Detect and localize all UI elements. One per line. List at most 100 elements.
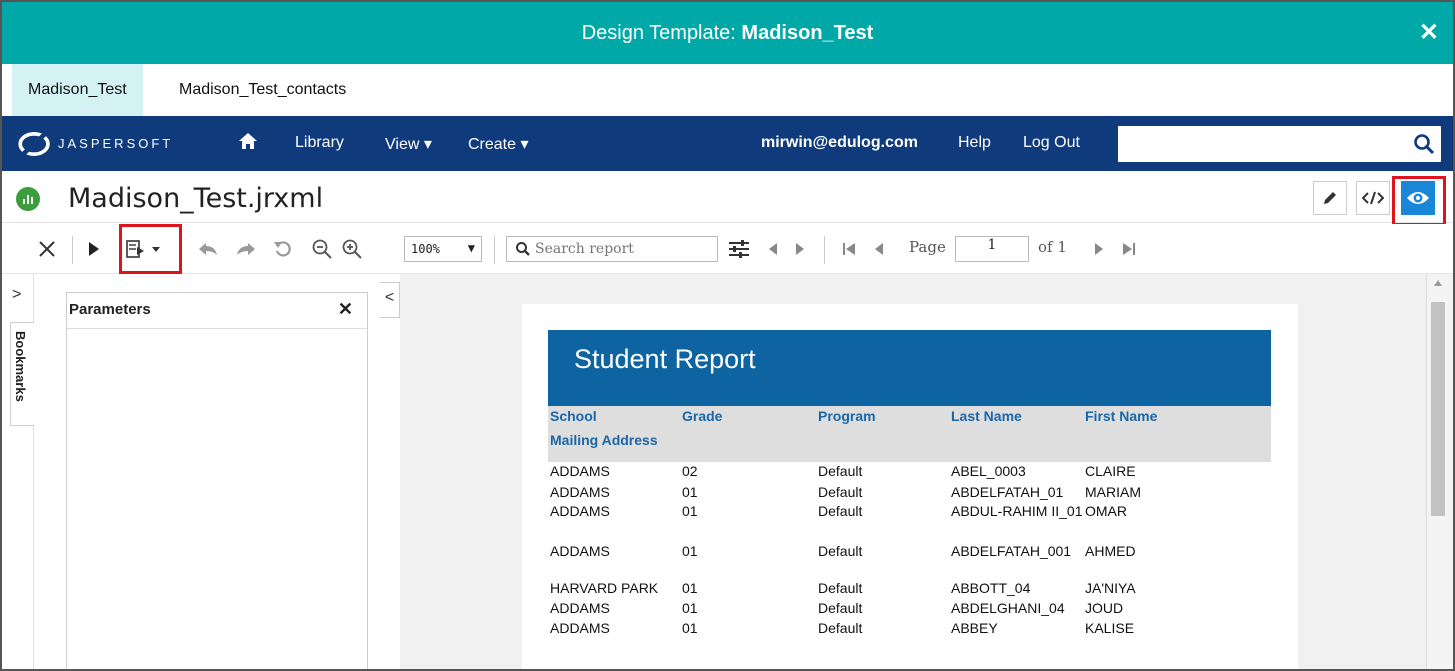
- col-program: Program: [818, 408, 876, 424]
- nav-logout[interactable]: Log Out: [1023, 134, 1080, 152]
- col-school: School: [550, 408, 597, 424]
- separator: [494, 236, 495, 264]
- template-tabs: Madison_Test Madison_Test_contacts: [2, 64, 1453, 116]
- zoom-select[interactable]: 100% ▼: [404, 236, 482, 262]
- cell-program: Default: [818, 580, 863, 596]
- page-count: of 1: [1038, 238, 1067, 256]
- cell-school: ADDAMS: [550, 543, 610, 559]
- cell-last-name: ABDELGHANI_04: [951, 600, 1065, 616]
- title-prefix: Design Template:: [581, 22, 742, 44]
- cell-school: ADDAMS: [550, 484, 610, 500]
- cell-grade: 01: [682, 543, 698, 559]
- cell-first-name: CLAIRE: [1085, 463, 1136, 479]
- nav-create-menu[interactable]: Create ▾: [468, 134, 529, 154]
- col-first-name: First Name: [1085, 408, 1158, 424]
- global-search-input[interactable]: [1118, 126, 1398, 162]
- search-options-icon[interactable]: [728, 238, 750, 260]
- viewer-scrollbar[interactable]: [1426, 274, 1453, 669]
- search-next-icon[interactable]: [795, 242, 805, 256]
- close-button[interactable]: ✕: [1419, 18, 1439, 47]
- cell-last-name: ABDELFATAH_001: [951, 543, 1072, 559]
- redo-icon[interactable]: [236, 242, 256, 256]
- collapse-parameters-icon[interactable]: <: [380, 282, 400, 318]
- highlight-export: [119, 224, 182, 274]
- separator: [824, 236, 825, 264]
- report-toolbar: 100% ▼ Search report Page 1 of 1: [2, 224, 1453, 274]
- nav-view-menu[interactable]: View ▾: [385, 134, 432, 154]
- zoom-in-icon[interactable]: [342, 239, 362, 259]
- brand-name: JASPERSOFT: [58, 136, 174, 151]
- nav-help[interactable]: Help: [958, 134, 991, 152]
- cell-program: Default: [818, 543, 863, 559]
- chevron-down-icon: ▼: [467, 241, 475, 255]
- cell-grade: 01: [682, 600, 698, 616]
- parameters-header: Parameters ✕: [67, 293, 367, 329]
- prev-page-icon[interactable]: [874, 242, 884, 256]
- cell-last-name: ABEL_0003: [951, 463, 1026, 479]
- cell-grade: 01: [682, 620, 698, 636]
- search-prev-icon[interactable]: [768, 242, 778, 256]
- search-icon[interactable]: [1413, 133, 1435, 155]
- table-row: ADDAMS 01 Default ABDUL-RAHIM II_01 OMAR: [548, 503, 1271, 521]
- cell-program: Default: [818, 620, 863, 636]
- cell-program: Default: [818, 503, 863, 519]
- jaspersoft-logo-icon[interactable]: [16, 132, 54, 156]
- run-icon[interactable]: [88, 241, 100, 257]
- last-page-icon[interactable]: [1122, 242, 1136, 256]
- undo-all-icon[interactable]: [274, 240, 292, 258]
- report-title: Student Report: [574, 344, 756, 374]
- cell-first-name: OMAR: [1085, 503, 1127, 519]
- tab-madison-test-contacts[interactable]: Madison_Test_contacts: [163, 64, 362, 116]
- home-icon[interactable]: [238, 132, 258, 150]
- table-row: ADDAMS 02 Default ABEL_0003 CLAIRE: [548, 463, 1271, 481]
- cell-school: HARVARD PARK: [550, 580, 659, 596]
- cell-school: ADDAMS: [550, 600, 610, 616]
- chart-icon: [23, 195, 33, 204]
- scrollbar-thumb[interactable]: [1431, 302, 1445, 516]
- report-type-icon: [16, 187, 40, 211]
- first-page-icon[interactable]: [842, 242, 856, 256]
- cell-grade: 01: [682, 503, 698, 519]
- cell-grade: 02: [682, 463, 698, 479]
- report-page: Student Report School Grade Program Last…: [522, 304, 1298, 669]
- title-template-name: Madison_Test: [741, 22, 874, 44]
- cell-school: ADDAMS: [550, 463, 610, 479]
- table-row: ADDAMS 01 Default ABDELGHANI_04 JOUD: [548, 600, 1271, 618]
- code-icon: [1362, 191, 1384, 205]
- parameters-panel: Parameters ✕: [66, 292, 368, 669]
- report-viewer: Student Report School Grade Program Last…: [400, 274, 1426, 669]
- zoom-out-icon[interactable]: [312, 239, 332, 259]
- global-search: [1118, 126, 1441, 162]
- report-file-title: Madison_Test.jrxml: [68, 183, 324, 214]
- parameters-close-icon[interactable]: ✕: [338, 299, 353, 320]
- page-number-input[interactable]: 1: [955, 236, 1029, 262]
- close-report-icon[interactable]: [38, 240, 56, 258]
- scroll-up-icon[interactable]: [1434, 280, 1442, 286]
- cell-program: Default: [818, 463, 863, 479]
- cell-first-name: JOUD: [1085, 600, 1124, 616]
- edit-button[interactable]: [1313, 181, 1347, 215]
- cell-school: ADDAMS: [550, 620, 610, 636]
- bookmarks-label: Bookmarks: [13, 331, 28, 402]
- zoom-value: 100%: [411, 242, 440, 256]
- next-page-icon[interactable]: [1094, 242, 1104, 256]
- cell-last-name: ABDUL-RAHIM II_01: [951, 503, 1083, 519]
- cell-first-name: KALISE: [1085, 620, 1135, 636]
- parameters-title: Parameters: [69, 301, 151, 318]
- nav-library[interactable]: Library: [295, 134, 344, 152]
- bookmarks-tab[interactable]: Bookmarks: [10, 322, 34, 426]
- code-view-button[interactable]: [1356, 181, 1390, 215]
- col-last-name: Last Name: [951, 408, 1022, 424]
- undo-icon[interactable]: [198, 242, 218, 256]
- report-search: [506, 236, 718, 262]
- cell-program: Default: [818, 484, 863, 500]
- report-search-input[interactable]: [535, 237, 715, 261]
- user-account[interactable]: mirwin@edulog.com: [761, 134, 918, 152]
- cell-program: Default: [818, 600, 863, 616]
- column-header-band: School Grade Program Last Name First Nam…: [548, 406, 1271, 462]
- app-window: Design Template: Madison_Test ✕ Madison_…: [0, 0, 1455, 671]
- tab-madison-test[interactable]: Madison_Test: [12, 64, 143, 116]
- expand-panel-icon[interactable]: >: [12, 286, 21, 304]
- separator: [72, 236, 73, 264]
- pencil-icon: [1324, 192, 1336, 204]
